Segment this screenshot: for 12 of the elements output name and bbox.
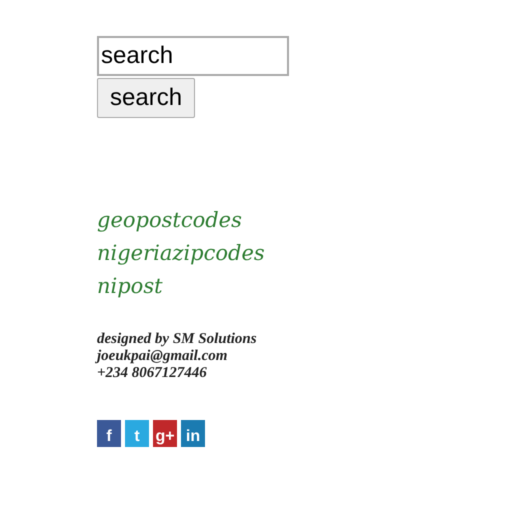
- nav-link[interactable]: nigeriazipcodes: [97, 237, 265, 270]
- linkedin-icon[interactable]: in: [181, 420, 205, 447]
- google-plus-icon[interactable]: g+: [153, 420, 177, 447]
- credit-text: +234 8067127446: [97, 365, 207, 382]
- credit-text: designed by SM Solutions: [97, 331, 257, 348]
- search-button[interactable]: search: [97, 78, 196, 118]
- search-field[interactable]: search: [97, 36, 289, 76]
- facebook-icon[interactable]: f: [97, 420, 121, 447]
- credit-text: joeukpai@gmail.com: [97, 348, 228, 365]
- twitter-icon[interactable]: t: [125, 420, 149, 447]
- nav-link[interactable]: geopostcodes: [97, 204, 242, 237]
- nav-link[interactable]: nipost: [97, 270, 163, 303]
